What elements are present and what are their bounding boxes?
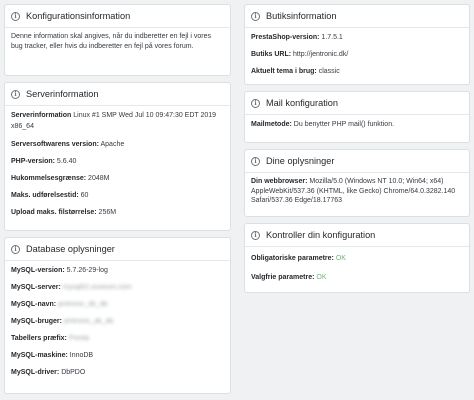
server-info-panel: i Serverinformation Serverinformation Li… [4, 82, 231, 231]
row-value: InnoDB [69, 352, 94, 359]
row-label: PHP-version: [11, 158, 55, 165]
row-label: Serversoftwarens version: [11, 141, 99, 148]
row-value: Apache [100, 141, 125, 148]
panel-title: Konfigurationsinformation [26, 11, 131, 21]
info-row-browser: Din webbrowser: Mozilla/5.0 (Windows NT … [251, 177, 463, 206]
panel-title: Serverinformation [26, 89, 99, 99]
info-row-memory: Hukommelsesgrænse: 2048M [11, 173, 224, 184]
row-label: MySQL-server: [11, 284, 61, 291]
row-label: Butiks URL: [251, 51, 292, 58]
status-ok: OK [335, 255, 346, 262]
row-label: MySQL-maskine: [11, 352, 68, 359]
database-info-panel: i Database oplysninger MySQL-version: 5.… [4, 237, 231, 394]
row-value: 1.7.5.1 [321, 34, 343, 41]
info-row-optional-params: Valgfrie parametre: OK [251, 272, 463, 283]
row-label: Aktuelt tema i brug: [251, 68, 317, 75]
panel-body: Obligatoriske parametre: OK Valgfrie par… [245, 247, 469, 289]
row-value: Presta [68, 335, 90, 342]
info-row-mysql-engine: MySQL-maskine: InnoDB [11, 350, 224, 361]
your-info-panel: i Dine oplysninger Din webbrowser: Mozil… [244, 149, 470, 217]
panel-header: i Database oplysninger [5, 238, 230, 261]
panel-title: Mail konfiguration [266, 98, 339, 108]
info-row-software: Serversoftwarens version: Apache [11, 139, 224, 150]
panel-body: Mailmetode: Du benytter PHP mail() funkt… [245, 115, 469, 136]
info-row-prestashop-version: PrestaShop-version: 1.7.5.1 [251, 32, 463, 43]
panel-header: i Konfigurationsinformation [5, 5, 230, 28]
config-info-text: Denne information skal angives, når du i… [11, 33, 211, 50]
panel-header: i Dine oplysninger [245, 150, 469, 173]
panel-header: i Kontroller din konfiguration [245, 224, 469, 247]
info-row-table-prefix: Tabellers præfix: Presta [11, 333, 224, 344]
row-label: MySQL-bruger: [11, 318, 62, 325]
panel-body: PrestaShop-version: 1.7.5.1 Butiks URL: … [245, 28, 469, 83]
info-icon: i [251, 156, 260, 166]
info-row-upload: Upload maks. filstørrelse: 256M [11, 207, 224, 218]
row-value: 256M [98, 209, 117, 216]
row-label: Valgfrie parametre: [251, 274, 315, 281]
panel-title: Database oplysninger [26, 244, 115, 254]
row-label: Mailmetode: [251, 121, 292, 128]
info-icon: i [251, 11, 260, 21]
panel-body: Denne information skal angives, når du i… [5, 28, 230, 58]
info-row-mysql-server: MySQL-server: mysql02.unoeuro.com [11, 282, 224, 293]
info-row-required-params: Obligatoriske parametre: OK [251, 253, 463, 264]
info-row-mail-method: Mailmetode: Du benytter PHP mail() funkt… [251, 119, 463, 130]
shop-info-panel: i Butiksinformation PrestaShop-version: … [244, 4, 470, 85]
row-value: classic [318, 68, 340, 75]
panel-header: i Serverinformation [5, 83, 230, 106]
row-value: DbPDO [61, 369, 86, 376]
panel-header: i Butiksinformation [245, 5, 469, 28]
row-value: 5.7.26-29-log [66, 267, 108, 274]
row-value: Du benytter PHP mail() funktion. [293, 121, 395, 128]
info-icon: i [11, 11, 20, 21]
row-label: Hukommelsesgrænse: [11, 175, 87, 182]
info-row-theme: Aktuelt tema i brug: classic [251, 66, 463, 77]
panel-title: Kontroller din konfiguration [266, 230, 376, 240]
info-row-server: Serverinformation Linux #1 SMP Wed Jul 1… [11, 110, 224, 132]
info-row-mysql-user: MySQL-bruger: jentronic_dk_db [11, 316, 224, 327]
row-label: Tabellers præfix: [11, 335, 67, 342]
panel-body: MySQL-version: 5.7.26-29-log MySQL-serve… [5, 261, 230, 384]
row-value: jentronic_dk_db [58, 301, 108, 308]
panel-body: Serverinformation Linux #1 SMP Wed Jul 1… [5, 106, 230, 224]
status-ok: OK [316, 274, 327, 281]
row-label: PrestaShop-version: [251, 34, 320, 41]
info-row-exec-time: Maks. udførelsestid: 60 [11, 190, 224, 201]
info-icon: i [251, 230, 260, 240]
row-value: jentronic_dk_db [63, 318, 114, 325]
info-row-mysql-version: MySQL-version: 5.7.26-29-log [11, 265, 224, 276]
right-column: i Butiksinformation PrestaShop-version: … [244, 4, 470, 299]
info-icon: i [11, 244, 20, 254]
row-label: Serverinformation [11, 112, 72, 119]
info-row-shop-url: Butiks URL: http://jentronic.dk/ [251, 49, 463, 60]
info-row-mysql-name: MySQL-navn: jentronic_dk_db [11, 299, 224, 310]
row-label: MySQL-version: [11, 267, 65, 274]
left-column: i Konfigurationsinformation Denne inform… [4, 4, 231, 400]
row-label: Din webbrowser: [251, 178, 308, 185]
row-label: Obligatoriske parametre: [251, 255, 334, 262]
row-label: MySQL-navn: [11, 301, 57, 308]
row-value: http://jentronic.dk/ [293, 51, 349, 58]
panel-header: i Mail konfiguration [245, 92, 469, 115]
row-value: 5.6.40 [56, 158, 77, 165]
info-icon: i [251, 98, 260, 108]
info-row-php: PHP-version: 5.6.40 [11, 156, 224, 167]
info-icon: i [11, 89, 20, 99]
mail-config-panel: i Mail konfiguration Mailmetode: Du beny… [244, 91, 470, 143]
row-label: MySQL-driver: [11, 369, 60, 376]
row-label: Maks. udførelsestid: [11, 192, 79, 199]
config-info-panel: i Konfigurationsinformation Denne inform… [4, 4, 231, 76]
row-label: Upload maks. filstørrelse: [11, 209, 97, 216]
check-config-panel: i Kontroller din konfiguration Obligator… [244, 223, 470, 293]
panel-title: Dine oplysninger [266, 156, 335, 166]
row-value: 60 [80, 192, 89, 199]
row-value: mysql02.unoeuro.com [62, 284, 132, 291]
panel-title: Butiksinformation [266, 11, 337, 21]
row-value: 2048M [88, 175, 110, 182]
panel-body: Din webbrowser: Mozilla/5.0 (Windows NT … [245, 173, 469, 212]
info-row-mysql-driver: MySQL-driver: DbPDO [11, 367, 224, 378]
